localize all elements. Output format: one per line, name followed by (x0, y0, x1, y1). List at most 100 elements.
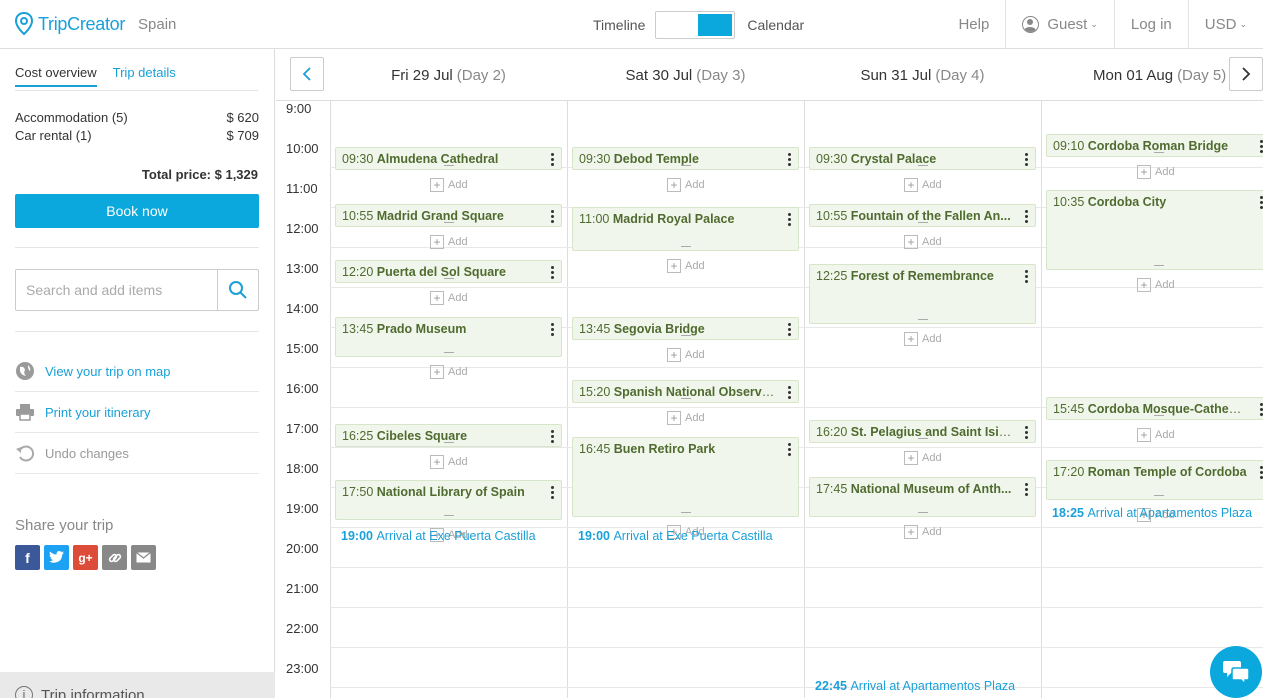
event-card[interactable]: 15:45 Cordoba Mosque-Cathedr... (1046, 397, 1263, 420)
chat-button[interactable] (1210, 646, 1262, 698)
add-item-button[interactable]: + Add (430, 178, 468, 192)
more-menu-icon[interactable] (1025, 153, 1029, 166)
event-card[interactable]: 10:55 Madrid Grand Square (335, 203, 562, 227)
more-menu-icon[interactable] (788, 386, 792, 400)
add-item-button[interactable]: + Add (1137, 278, 1175, 293)
resize-handle[interactable] (1153, 415, 1164, 416)
add-item-button[interactable]: + Add (904, 331, 942, 346)
event-card[interactable]: 17:45 National Museum of Anth... (809, 477, 1036, 517)
add-item-button[interactable]: + Add (667, 348, 705, 362)
resize-handle[interactable] (443, 165, 454, 166)
resize-handle[interactable] (680, 246, 691, 247)
add-item-button[interactable]: + Add (430, 291, 468, 306)
add-item-button[interactable]: + Add (667, 411, 705, 426)
resize-handle[interactable] (917, 438, 928, 440)
arrival-entry[interactable]: 19:00 Arrival at Exe Puerta Castilla (578, 529, 773, 543)
resize-handle[interactable] (680, 165, 691, 166)
user-menu[interactable]: Guest ⌄ (1005, 0, 1114, 48)
event-card[interactable]: 09:10 Cordoba Roman Bridge (1046, 133, 1263, 157)
resize-handle[interactable] (443, 515, 454, 517)
add-item-button[interactable]: + Add (430, 454, 468, 469)
facebook-icon[interactable]: f (15, 545, 40, 570)
add-item-button[interactable]: + Add (1137, 428, 1175, 442)
next-day-button[interactable] (1229, 57, 1263, 91)
event-card[interactable]: 10:35 Cordoba City (1046, 190, 1263, 271)
arrival-entry[interactable]: 22:45 Arrival at Apartamentos Plaza (815, 679, 1015, 693)
google-plus-icon[interactable]: g+ (73, 545, 98, 570)
link-icon[interactable] (102, 545, 127, 570)
event-card[interactable]: 13:45 Segovia Bridge (572, 317, 799, 340)
event-card[interactable]: 16:25 Cibeles Square (335, 423, 562, 447)
resize-handle[interactable] (917, 165, 928, 166)
resize-handle[interactable] (443, 221, 454, 223)
resize-handle[interactable] (917, 221, 928, 223)
login-link[interactable]: Log in (1113, 0, 1188, 48)
event-card[interactable]: 12:20 Puerta del Sol Square (335, 260, 562, 284)
currency-select[interactable]: USD ⌄ (1187, 0, 1263, 48)
view-map-action[interactable]: View your trip on map (15, 351, 259, 392)
resize-handle[interactable] (680, 512, 691, 513)
resize-handle[interactable] (680, 335, 691, 336)
more-menu-icon[interactable] (1025, 483, 1029, 496)
search-button[interactable] (217, 270, 258, 310)
view-switch[interactable] (655, 11, 736, 39)
add-item-button[interactable]: + Add (667, 178, 705, 192)
more-menu-icon[interactable] (551, 266, 555, 280)
event-card[interactable]: 13:45 Prado Museum (335, 317, 562, 357)
event-card[interactable]: 15:20 Spanish National Observa... (572, 380, 799, 404)
resize-handle[interactable] (1153, 151, 1164, 153)
help-link[interactable]: Help (942, 0, 1005, 48)
event-card[interactable]: 11:00 Madrid Royal Palace (572, 207, 799, 251)
more-menu-icon[interactable] (1025, 426, 1029, 440)
email-icon[interactable] (131, 545, 156, 570)
event-card[interactable]: 10:55 Fountain of the Fallen An... (809, 203, 1036, 227)
more-menu-icon[interactable] (551, 323, 555, 336)
toggle-calendar-label[interactable]: Calendar (747, 17, 804, 33)
more-menu-icon[interactable] (788, 153, 792, 166)
more-menu-icon[interactable] (1025, 269, 1029, 283)
resize-handle[interactable] (917, 512, 928, 513)
more-menu-icon[interactable] (551, 209, 555, 223)
event-card[interactable]: 16:45 Buen Retiro Park (572, 437, 799, 517)
event-card[interactable]: 17:50 National Library of Spain (335, 480, 562, 521)
event-card[interactable]: 12:25 Forest of Remembrance (809, 263, 1036, 324)
resize-handle[interactable] (443, 278, 454, 280)
more-menu-icon[interactable] (788, 323, 792, 336)
resize-handle[interactable] (917, 318, 928, 320)
resize-handle[interactable] (1153, 265, 1164, 267)
add-item-button[interactable]: + Add (904, 451, 942, 466)
print-itinerary-action[interactable]: Print your itinerary (15, 392, 259, 433)
add-item-button[interactable]: + Add (667, 259, 705, 273)
resize-handle[interactable] (680, 398, 691, 400)
add-item-button[interactable]: + Add (1137, 164, 1175, 179)
tab-trip-details[interactable]: Trip details (113, 65, 176, 87)
resize-handle[interactable] (443, 441, 454, 443)
resize-handle[interactable] (443, 352, 454, 353)
add-item-button[interactable]: + Add (904, 178, 942, 192)
resize-handle[interactable] (1153, 495, 1164, 497)
arrival-entry[interactable]: 19:00 Arrival at Exe Puerta Castilla (341, 529, 536, 543)
tab-cost-overview[interactable]: Cost overview (15, 65, 97, 87)
toggle-timeline-label[interactable]: Timeline (593, 17, 645, 33)
more-menu-icon[interactable] (788, 443, 792, 456)
event-card[interactable]: 16:20 St. Pelagius and Saint Isid... (809, 420, 1036, 444)
prev-day-button[interactable] (290, 57, 324, 91)
logo[interactable]: TripCreator (14, 12, 125, 36)
event-card[interactable]: 09:30 Debod Temple (572, 147, 799, 170)
book-now-button[interactable]: Book now (15, 194, 259, 228)
event-card[interactable]: 09:30 Crystal Palace (809, 147, 1036, 170)
arrival-entry[interactable]: 18:25 Arrival at Apartamentos Plaza (1052, 506, 1252, 520)
undo-changes-action[interactable]: Undo changes (15, 433, 259, 474)
add-item-button[interactable]: + Add (430, 234, 468, 249)
more-menu-icon[interactable] (551, 153, 555, 166)
add-item-button[interactable]: + Add (430, 365, 468, 379)
event-card[interactable]: 09:30 Almudena Cathedral (335, 147, 562, 170)
more-menu-icon[interactable] (1025, 209, 1029, 223)
more-menu-icon[interactable] (551, 429, 555, 443)
event-card[interactable]: 17:20 Roman Temple of Cordoba (1046, 460, 1263, 501)
more-menu-icon[interactable] (788, 213, 792, 226)
add-item-button[interactable]: + Add (904, 234, 942, 249)
more-menu-icon[interactable] (551, 486, 555, 500)
add-item-button[interactable]: + Add (904, 525, 942, 539)
twitter-icon[interactable] (44, 545, 69, 570)
